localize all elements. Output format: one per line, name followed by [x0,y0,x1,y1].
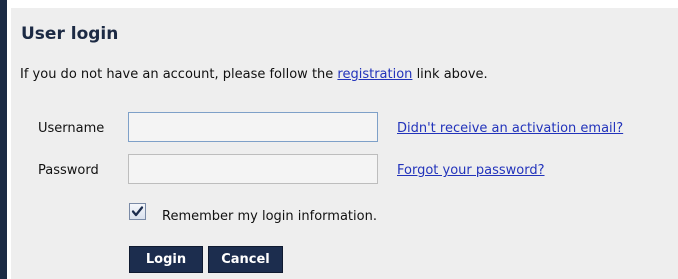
username-field[interactable] [128,112,378,142]
checkmark-icon [131,206,144,217]
intro-text-before: If you do not have an account, please fo… [20,67,338,82]
intro-text: If you do not have an account, please fo… [20,67,488,82]
password-field[interactable] [128,154,378,184]
login-button[interactable]: Login [129,246,203,273]
left-accent-bar [0,0,7,279]
cancel-button[interactable]: Cancel [208,246,283,273]
intro-text-after: link above. [412,67,488,82]
login-title: User login [21,24,119,44]
login-panel [11,8,678,279]
remember-label: Remember my login information. [162,209,377,224]
password-label: Password [38,163,99,178]
remember-checkbox[interactable] [129,203,146,220]
activation-email-link[interactable]: Didn't receive an activation email? [397,121,623,136]
registration-link[interactable]: registration [337,67,412,82]
forgot-password-link[interactable]: Forgot your password? [397,163,545,178]
username-label: Username [38,121,105,136]
